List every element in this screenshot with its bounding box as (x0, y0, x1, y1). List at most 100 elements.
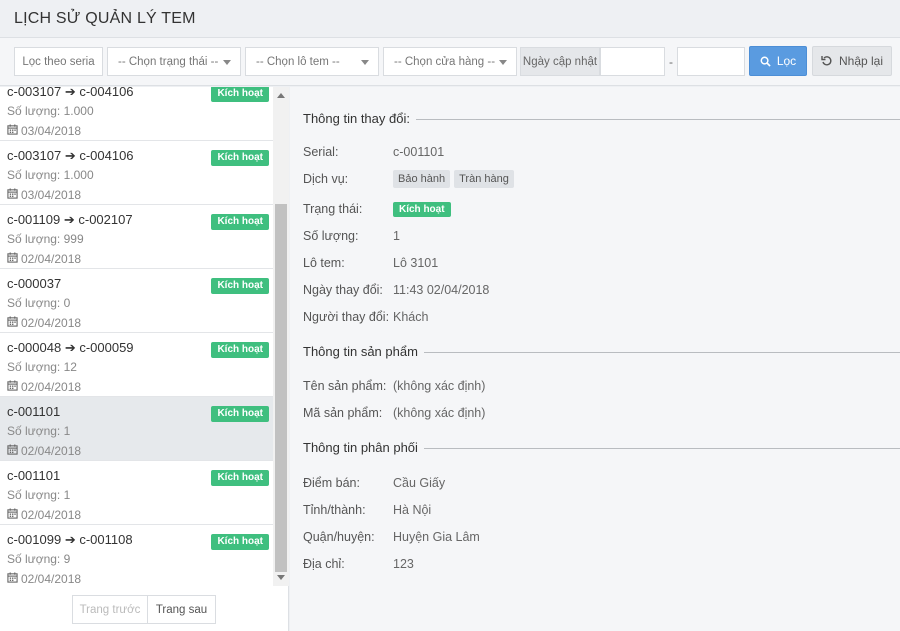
list-item[interactable]: c-003107 ➔ c-004106 Kích hoạt Số lượng: 1.… (0, 87, 273, 141)
field-value: 11:43 02/04/2018 (393, 283, 490, 297)
item-date-value: 02/04/2018 (21, 252, 82, 266)
item-date: 03/04/2018 (7, 186, 269, 205)
service-tag: Tràn hàng (454, 170, 514, 188)
user-row: Người thay đổi: Khách (303, 307, 428, 327)
district-row: Quận/huyện: Huyện Gia Lâm (303, 527, 480, 547)
status-row: Trạng thái: Kích hoạt (303, 199, 451, 219)
calendar-icon (7, 506, 18, 525)
list-item[interactable]: c-001109 ➔ c-002107 Kích hoạt Số lượng: 99… (0, 205, 273, 269)
product-info-section: Thông tin sản phẩm (303, 344, 900, 359)
item-date: 03/04/2018 (7, 122, 269, 141)
list-scrollbar[interactable] (273, 87, 289, 586)
field-value: Lô 3101 (393, 256, 439, 270)
chevron-down-icon (361, 60, 369, 65)
product-code-row: Mã sản phẩm: (không xác định) (303, 403, 485, 423)
next-page-button[interactable]: Trang sau (148, 595, 216, 624)
status-badge: Kích hoạt (211, 534, 269, 550)
item-quantity: Số lượng: 1.000 (7, 168, 94, 182)
item-date-value: 02/04/2018 (21, 572, 82, 586)
pagination: Trang trước Trang sau (72, 595, 216, 624)
item-quantity: Số lượng: 1 (7, 488, 71, 502)
calendar-icon (7, 442, 18, 461)
prev-page-button[interactable]: Trang trước (72, 595, 148, 624)
status-badge: Kích hoạt (211, 214, 269, 230)
field-value: Cầu Giấy (393, 476, 446, 490)
scroll-up-icon[interactable] (277, 93, 285, 98)
undo-icon (821, 56, 832, 66)
date-to-input[interactable] (677, 47, 745, 76)
date-from-input[interactable] (600, 47, 665, 76)
list-item[interactable]: c-001101 Kích hoạt Số lượng: 1 02/04/2018 (0, 461, 273, 525)
scroll-down-icon[interactable] (277, 575, 285, 580)
filter-button[interactable]: Lọc (749, 46, 807, 76)
store-select[interactable]: -- Chọn cửa hàng -- (383, 47, 517, 76)
item-date: 02/04/2018 (7, 250, 269, 269)
item-date-value: 02/04/2018 (21, 508, 82, 522)
status-badge: Kích hoạt (211, 278, 269, 294)
status-badge: Kích hoạt (211, 342, 269, 358)
qty-row: Số lượng: 1 (303, 226, 400, 246)
address-row: Địa chỉ: 123 (303, 554, 414, 574)
status-select-value: -- Chọn trạng thái -- (118, 55, 219, 68)
item-quantity: Số lượng: 9 (7, 552, 71, 566)
field-value: 123 (393, 557, 414, 571)
filter-button-label: Lọc (776, 54, 797, 68)
history-list-panel: c-003107 ➔ c-004106 Kích hoạt Số lượng: 1.… (0, 87, 289, 631)
date-label: Ngày cập nhật (520, 47, 600, 76)
reset-button-label: Nhập lại (838, 54, 884, 68)
batch-select[interactable]: -- Chọn lô tem -- (245, 47, 379, 76)
batch-select-value: -- Chọn lô tem -- (256, 55, 340, 68)
calendar-icon (7, 186, 18, 205)
calendar-icon (7, 378, 18, 397)
field-label: Tỉnh/thành: (303, 503, 366, 517)
field-value: Hà Nội (393, 503, 432, 517)
service-tags: Bảo hành Tràn hàng (393, 170, 518, 188)
field-label: Số lượng: (303, 229, 359, 243)
item-date: 02/04/2018 (7, 506, 269, 525)
item-date: 02/04/2018 (7, 378, 269, 397)
page-title: LỊCH SỬ QUẢN LÝ TEM (14, 9, 196, 27)
scrollbar-thumb[interactable] (275, 204, 287, 572)
status-badge: Kích hoạt (211, 150, 269, 166)
status-badge: Kích hoạt (211, 406, 269, 422)
distribution-info-section: Thông tin phân phối (303, 440, 900, 455)
list-item[interactable]: c-000048 ➔ c-000059 Kích hoạt Số lượng: 12… (0, 333, 273, 397)
chevron-down-icon (499, 60, 507, 65)
field-label: Mã sản phẩm: (303, 406, 383, 420)
service-row: Dịch vụ: Bảo hành Tràn hàng (303, 169, 518, 189)
field-label: Serial: (303, 145, 339, 159)
list-item[interactable]: c-000037 Kích hoạt Số lượng: 0 02/04/2018 (0, 269, 273, 333)
field-label: Người thay đổi: (303, 310, 390, 324)
list-item[interactable]: c-003107 ➔ c-004106 Kích hoạt Số lượng: 1.… (0, 141, 273, 205)
province-row: Tỉnh/thành: Hà Nội (303, 500, 431, 520)
calendar-icon (7, 314, 18, 333)
store-select-value: -- Chọn cửa hàng -- (394, 55, 496, 68)
field-label: Lô tem: (303, 256, 345, 270)
history-list[interactable]: c-003107 ➔ c-004106 Kích hoạt Số lượng: 1.… (0, 87, 273, 586)
page-header: LỊCH SỬ QUẢN LÝ TEM (0, 0, 900, 38)
status-select[interactable]: -- Chọn trạng thái -- (107, 47, 241, 76)
field-value: (không xác định) (393, 379, 486, 393)
chevron-down-icon (223, 60, 231, 65)
section-title: Thông tin phân phối (303, 440, 418, 455)
field-label: Trạng thái: (303, 202, 363, 216)
reset-button[interactable]: Nhập lại (812, 46, 892, 76)
point-of-sale-row: Điểm bán: Cầu Giấy (303, 473, 445, 493)
service-tag: Bảo hành (393, 170, 451, 188)
field-value: c-001101 (393, 145, 445, 159)
section-title: Thông tin sản phẩm (303, 344, 418, 359)
change-info-section: Thông tin thay đổi: (303, 111, 900, 126)
item-date: 02/04/2018 (7, 570, 269, 586)
list-item[interactable]: c-001101 Kích hoạt Số lượng: 1 02/04/2018 (0, 397, 273, 461)
product-name-row: Tên sản phẩm: (không xác định) (303, 376, 485, 396)
field-label: Tên sản phẩm: (303, 379, 387, 393)
date-separator: - (669, 54, 673, 69)
date-row: Ngày thay đổi: 11:43 02/04/2018 (303, 280, 489, 300)
field-value: 1 (393, 229, 400, 243)
section-title: Thông tin thay đổi: (303, 111, 410, 126)
serial-filter-input[interactable]: Lọc theo seria (14, 47, 103, 76)
list-item[interactable]: c-001099 ➔ c-001108 Kích hoạt Số lượng: 90… (0, 525, 273, 586)
field-value: Huyện Gia Lâm (393, 530, 480, 544)
item-quantity: Số lượng: 1 (7, 424, 71, 438)
item-date-value: 02/04/2018 (21, 380, 82, 394)
